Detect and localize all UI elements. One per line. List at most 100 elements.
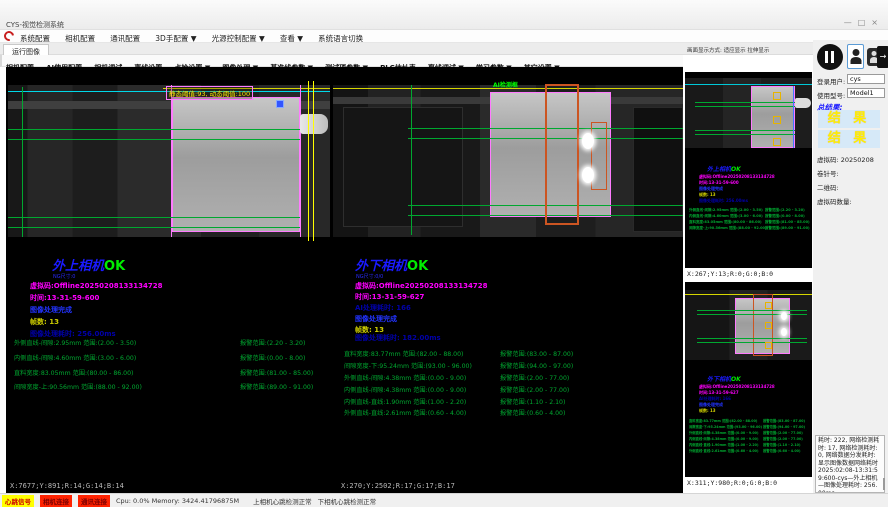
mini-meas: 外侧直线-直线:2.61mm 范围:(0.60 - 4.00) [689, 448, 758, 453]
mini-glare-1 [781, 312, 787, 320]
preview1-coordinates: X:267;Y:13;R:0;G:0;B:0 [687, 270, 773, 278]
pause-button[interactable] [817, 44, 843, 70]
ai-detect-rect-1 [545, 84, 579, 225]
log-text-area[interactable]: 耗时: 222, 网络检测耗时: 17, 网络检测耗时: 0, 网络数据分发耗时… [815, 435, 885, 493]
alarm-range-text: 报警范围:(83.00 - 87.00) [500, 349, 573, 358]
mini-yellow-box-3 [765, 342, 772, 349]
measurement-row: 外侧直线-间隙:2.95mm 范围:(2.00 - 3.50) 报警范围:(2.… [8, 338, 330, 348]
exit-button[interactable]: → [877, 46, 888, 68]
log-scrollbar[interactable] [883, 478, 885, 490]
measurement-text: 间隙宽度-下:95.24mm 范围:(93.00 - 96.00) [344, 361, 472, 370]
measurement-text: 内侧直线-间隙:4.60mm 范围:(3.00 - 6.00) [14, 353, 136, 362]
lower-camera-status: 下相机心跳检测正常 [318, 496, 377, 506]
result-box-upper: 结 果 [818, 110, 880, 128]
title-bar: CYS-视觉检测系统 —□× [0, 0, 888, 30]
measurement-row: 外侧直线-间隙:4.38mm 范围:(0.00 - 9.00) 报警范围:(2.… [333, 373, 683, 383]
measurement-row: 直料宽度:83.05mm 范围:(80.00 - 86.00) 报警范围:(81… [8, 368, 330, 378]
mini-gripper-blob [795, 98, 811, 108]
person-icon [852, 49, 859, 56]
upper-camera-status: 上相机心跳检测正常 [253, 496, 312, 506]
camera-view-upper-outer[interactable]: 静态阈值:93, 动态阈值:100 外上相机OK NG尺寸:0 虚拟码:Offl… [8, 67, 330, 493]
result-box-lower: 结 果 [818, 130, 880, 148]
mini-green-line-1 [697, 310, 807, 311]
overlay-yellow-vline-2 [313, 81, 314, 241]
alarm-range-text: 报警范围:(81.00 - 85.00) [240, 368, 313, 377]
result-ai-elapsed: AI处理耗时: 166 [355, 303, 411, 313]
measurement-row: 内侧直线-直线:1.90mm 范围:(1.00 - 2.20) 报警范围:(1.… [333, 397, 683, 407]
result-done: 图像处理完成 [30, 305, 72, 315]
person-icon [871, 51, 876, 56]
mini-ok: OK [731, 376, 741, 383]
alarm-range-text: 报警范围:(2.20 - 3.20) [240, 338, 305, 347]
measurement-text: 外侧直线-间隙:2.95mm 范围:(2.00 - 3.50) [14, 338, 136, 347]
preview2-coordinates: X:311;Y:980;R:0;G:0;B:0 [687, 479, 777, 487]
mini-cyan-hline [685, 84, 812, 85]
needle-number-label: 卷针号: [817, 168, 839, 178]
mini-yellow-box-1 [765, 302, 772, 309]
comm-connection-badge: 通讯连接 [78, 495, 110, 507]
login-user-input[interactable] [847, 74, 885, 84]
qr-code-label: 二维码: [817, 182, 839, 192]
preview-column: 画面显示方式: 适应显示 拉伸显示 外上相机OK 虚拟码:Offline2025… [683, 55, 813, 493]
camera-view-lower-outer[interactable]: AI检测框 外下相机OK NG尺寸:0/0 虚拟码:Offline2025020… [333, 67, 683, 493]
mini-alarm: 报警范围:(89.00 - 91.00) [765, 226, 810, 231]
measurement-row: 直料宽度:83.77mm 范围:(82.00 - 88.00) 报警范围:(83… [333, 349, 683, 359]
mini-yellow-box-1 [773, 92, 781, 100]
mini-alarm: 报警范围:(2.00 - 77.00) [763, 436, 803, 441]
measurement-row: 内侧直线-间隙:4.38mm 范围:(0.00 - 9.00) 报警范围:(2.… [333, 385, 683, 395]
preview-view-lower[interactable]: 外下相机OK 虚拟码:Offline20250208133134728 时间:1… [685, 282, 812, 477]
maximize-button[interactable]: □ [858, 18, 872, 27]
measure-line-2 [8, 139, 300, 140]
overlay-pink-vline-1 [171, 85, 172, 237]
model-label: 使用型号: [817, 90, 845, 100]
measurement-text: 内侧直线-直线:1.90mm 范围:(1.00 - 2.20) [344, 397, 466, 406]
mini-result-title: 外下相机OK [707, 374, 741, 383]
code-count-label: 虚拟码数量: [817, 196, 852, 206]
mini-meas: 内侧直线-直线:1.90mm 范围:(1.00 - 2.20) [689, 442, 758, 447]
product-region-left [172, 97, 300, 232]
app-logo-icon [2, 29, 16, 43]
display-mode-label: 画面显示方式: 适应显示 拉伸显示 [687, 46, 769, 54]
camera-name-text: 外上相机 [52, 259, 104, 274]
mini-camera-name: 外上相机 [707, 166, 731, 173]
operator-mode-button[interactable] [847, 44, 864, 69]
result-ng-info: NG尺寸:0 [53, 273, 75, 280]
measurement-text: 直料宽度:83.77mm 范围:(82.00 - 88.00) [344, 349, 463, 358]
preview-view-upper[interactable]: 外上相机OK 虚拟码:Offline20250208133134728 时间:1… [685, 72, 812, 268]
camera-connection-badge: 相机连接 [40, 495, 72, 507]
mini-alarm: 报警范围:(2.20 - 3.20) [765, 208, 805, 213]
minimize-button[interactable]: — [844, 18, 858, 27]
application-window: CYS-视觉检测系统 —□× 系统配置 相机配置 通讯配置 3D手配置 ▼ 光源… [0, 0, 888, 522]
login-user-label: 登录用户: [817, 76, 845, 86]
measurement-text: 外侧直线-直线:2.61mm 范围:(0.60 - 4.00) [344, 408, 466, 417]
overlay-pink-vline-2 [300, 85, 301, 237]
mini-meas: 外侧直线-间隙:4.38mm 范围:(0.00 - 9.00) [689, 430, 758, 435]
ai-detect-rect-2 [591, 122, 607, 190]
mini-frames: 帧数: 13 [699, 408, 716, 414]
result-frames: 帧数: 13 [30, 317, 59, 327]
result-camera-name: 外下相机OK [355, 255, 428, 274]
model-input[interactable] [847, 88, 885, 98]
menu-bar: 系统配置 相机配置 通讯配置 3D手配置 ▼ 光源控制配置 ▼ 查看 ▼ 系统语… [0, 30, 888, 43]
measurement-text: 外侧直线-间隙:4.38mm 范围:(0.00 - 9.00) [344, 373, 466, 382]
close-button[interactable]: × [871, 18, 884, 27]
mini-ok: OK [731, 166, 741, 173]
mini-result-title: 外上相机OK [707, 164, 741, 173]
alarm-range-text: 报警范围:(1.10 - 2.10) [500, 397, 565, 406]
measurement-row: 内侧直线-间隙:4.60mm 范围:(3.00 - 6.00) 报警范围:(0.… [8, 353, 330, 363]
mini-blue-vline [793, 86, 794, 148]
mini-green-line-2 [697, 314, 807, 315]
mini-yellow-box-2 [765, 322, 772, 329]
measurement-row: 间隙宽度-上:90.56mm 范围:(88.00 - 92.00) 报警范围:(… [8, 382, 330, 392]
measurement-row: 外侧直线-直线:2.61mm 范围:(0.60 - 4.00) 报警范围:(0.… [333, 408, 683, 418]
pause-icon [831, 51, 834, 63]
tab-run-image[interactable]: 运行图像 [3, 44, 49, 55]
toolbar: 相机配置 AI使用配置 相机调试 离线设置 点检设置 ▼ 图像处理 ▼ 基准线参… [0, 55, 683, 67]
mini-meas: 内侧直线-间隙:4.38mm 范围:(0.00 - 9.00) [689, 436, 758, 441]
heartbeat-badge: 心跳信号 [2, 495, 34, 507]
gripper-blob [300, 114, 328, 134]
measurement-row: 间隙宽度-下:95.24mm 范围:(93.00 - 96.00) 报警范围:(… [333, 361, 683, 371]
result-ng-info: NG尺寸:0/0 [356, 273, 383, 280]
mini-green-line-3 [697, 338, 807, 339]
mini-alarm: 报警范围:(2.00 - 77.00) [763, 430, 803, 435]
